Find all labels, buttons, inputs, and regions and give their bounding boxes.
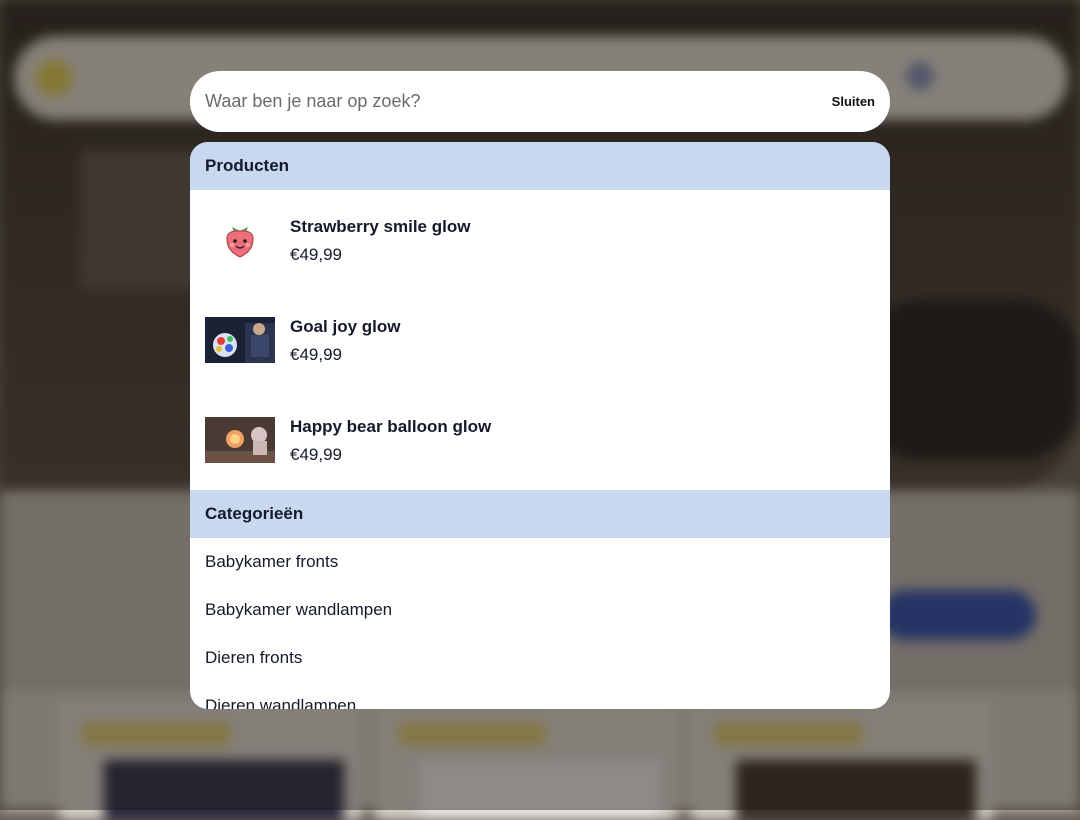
category-item[interactable]: Babykamer wandlampen [190, 586, 890, 634]
category-item[interactable]: Babykamer fronts [190, 538, 890, 586]
product-name: Goal joy glow [290, 317, 401, 336]
products-section-header: Producten [190, 142, 890, 190]
product-name: Strawberry smile glow [290, 217, 471, 236]
product-price: €49,99 [290, 245, 342, 264]
strawberry-thumbnail [205, 217, 275, 263]
bear-lamp-thumbnail [205, 417, 275, 463]
close-button[interactable]: Sluiten [832, 94, 875, 109]
product-result[interactable]: Goal joy glow €49,99 [190, 290, 890, 390]
categories-section-header: Categorieën [190, 490, 890, 538]
product-result[interactable]: Happy bear balloon glow €49,99 [190, 390, 890, 490]
product-price: €49,99 [290, 445, 342, 464]
product-name: Happy bear balloon glow [290, 417, 492, 436]
football-lamp-thumbnail [205, 317, 275, 363]
product-price: €49,99 [290, 345, 342, 364]
search-input[interactable] [205, 91, 765, 112]
product-result[interactable]: Strawberry smile glow €49,99 [190, 190, 890, 290]
search-results-panel: Producten Strawberry smile glow €49,99 G… [190, 142, 890, 709]
search-bar: Sluiten [190, 71, 890, 132]
category-item[interactable]: Dieren fronts [190, 634, 890, 682]
category-item[interactable]: Dieren wandlampen [190, 682, 890, 709]
